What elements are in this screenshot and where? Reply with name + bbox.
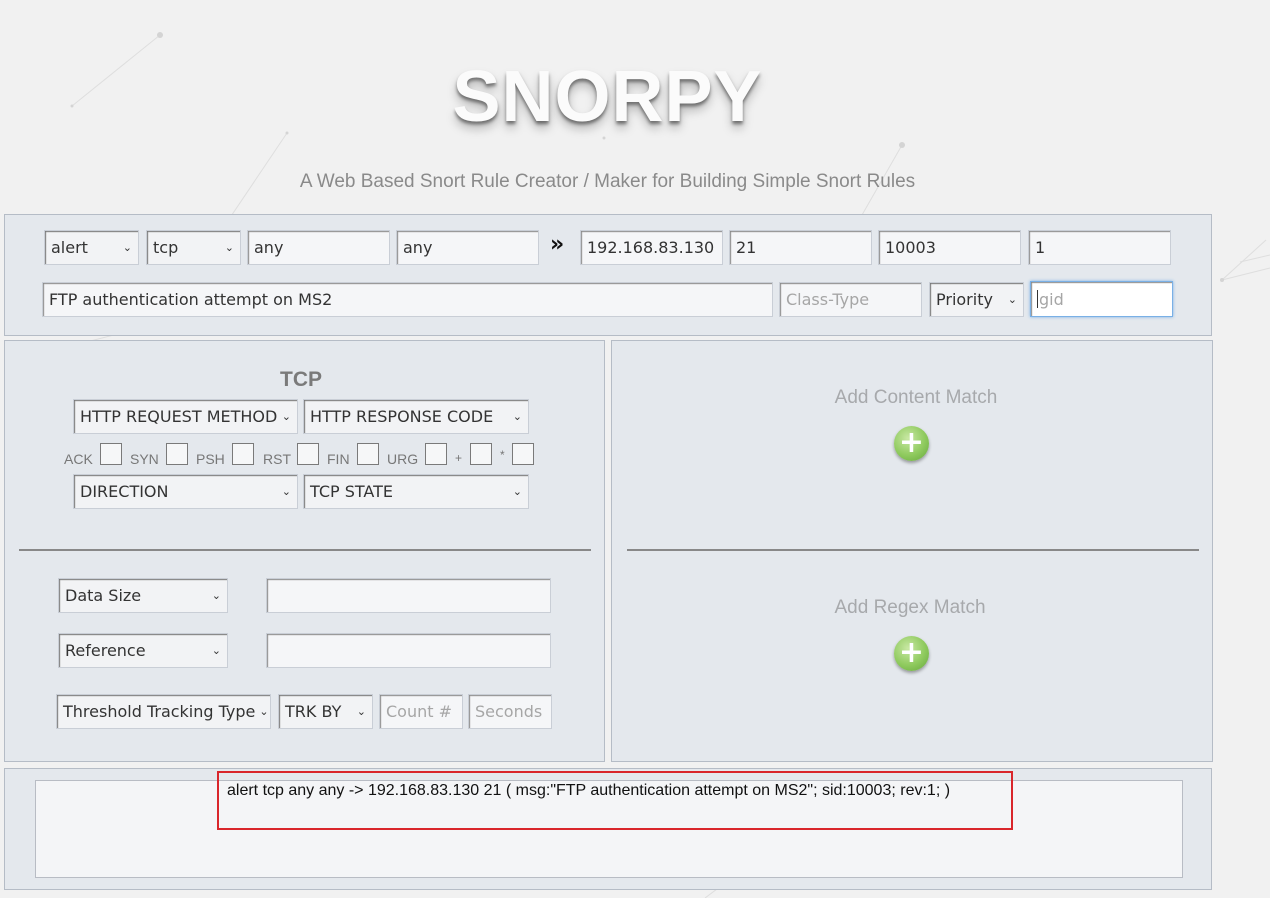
http-response-code-select[interactable]: HTTP RESPONSE CODE ⌄ [303,399,529,434]
chevron-down-icon: ⌄ [281,410,291,423]
action-select[interactable]: alert ⌄ [44,230,139,265]
protocol-select[interactable]: tcp ⌄ [146,230,241,265]
flag-checkbox-plus[interactable] [470,443,492,465]
tcp-state-select-value: TCP STATE [310,482,394,501]
flag-label-plus: + [455,451,463,465]
sid-input[interactable]: 10003 [878,230,1021,265]
action-select-value: alert [51,238,88,257]
add-regex-match-label: Add Regex Match [834,597,986,618]
direction-select-value: DIRECTION [80,482,169,501]
http-response-code-value: HTTP RESPONSE CODE [310,407,494,426]
flag-label-rst: RST [263,451,291,467]
threshold-tracking-type-value: Threshold Tracking Type [63,702,256,721]
add-regex-match-button[interactable]: + [894,636,929,671]
seconds-input[interactable]: Seconds [468,694,552,729]
data-size-select-value: Data Size [65,586,142,605]
chevron-down-icon: ⌄ [281,485,291,498]
message-input[interactable]: FTP authentication attempt on MS2 [42,282,773,317]
destination-ip-input[interactable]: 192.168.83.130 [580,230,723,265]
flag-checkbox-syn[interactable] [166,443,188,465]
tcp-panel-title: TCP [280,368,322,391]
app-tagline: A Web Based Snort Rule Creator / Maker f… [299,171,916,192]
destination-port-input[interactable]: 21 [729,230,872,265]
flag-checkbox-ack[interactable] [100,443,122,465]
chevron-down-icon: ⌄ [512,410,522,423]
direction-select[interactable]: DIRECTION ⌄ [73,474,298,509]
add-content-match-button[interactable]: + [894,426,929,461]
protocol-select-value: tcp [153,238,179,257]
flag-checkbox-urg[interactable] [425,443,447,465]
flag-label-syn: SYN [130,451,159,467]
data-size-select[interactable]: Data Size ⌄ [58,578,228,613]
chevron-down-icon: ⌄ [122,241,132,254]
text-cursor [1037,290,1038,308]
flag-label-psh: PSH [196,451,225,467]
flag-checkbox-star[interactable] [512,443,534,465]
reference-input[interactable] [266,633,551,668]
tcp-state-select[interactable]: TCP STATE ⌄ [303,474,529,509]
source-port-input[interactable]: any [396,230,539,265]
threshold-tracking-type-select[interactable]: Threshold Tracking Type ⌄ [56,694,271,729]
chevron-down-icon: ⌄ [356,705,366,718]
reference-select-value: Reference [65,641,146,660]
priority-select[interactable]: Priority ⌄ [929,282,1024,317]
flag-checkbox-fin[interactable] [357,443,379,465]
direction-arrow-icon[interactable]: » [550,232,564,257]
generated-rule-text: alert tcp any any -> 192.168.83.130 21 (… [217,771,1013,830]
add-content-match-label: Add Content Match [834,387,998,408]
data-size-input[interactable] [266,578,551,613]
chevron-down-icon: ⌄ [211,644,221,657]
chevron-down-icon: ⌄ [512,485,522,498]
flag-label-urg: URG [387,451,419,467]
content-panel-divider [627,549,1199,551]
rev-input[interactable]: 1 [1028,230,1171,265]
flag-label-star: * [500,448,505,462]
track-by-select[interactable]: TRK BY ⌄ [278,694,373,729]
flag-checkbox-psh[interactable] [232,443,254,465]
chevron-down-icon: ⌄ [224,241,234,254]
tcp-panel-divider [19,549,591,551]
chevron-down-icon: ⌄ [259,705,269,718]
chevron-down-icon: ⌄ [211,589,221,602]
chevron-down-icon: ⌄ [1007,293,1017,306]
gid-input[interactable]: gid [1030,281,1173,317]
priority-select-value: Priority [936,290,993,309]
http-request-method-value: HTTP REQUEST METHOD [80,407,278,426]
classtype-input[interactable]: Class-Type [779,282,922,317]
app-logo: SNORPY [452,57,763,137]
track-by-select-value: TRK BY [285,702,342,721]
http-request-method-select[interactable]: HTTP REQUEST METHOD ⌄ [73,399,298,434]
source-ip-input[interactable]: any [247,230,390,265]
flag-checkbox-rst[interactable] [297,443,319,465]
reference-select[interactable]: Reference ⌄ [58,633,228,668]
flag-label-ack: ACK [64,451,93,467]
gid-placeholder: gid [1039,289,1064,309]
flag-label-fin: FIN [327,451,350,467]
count-input[interactable]: Count # [379,694,463,729]
